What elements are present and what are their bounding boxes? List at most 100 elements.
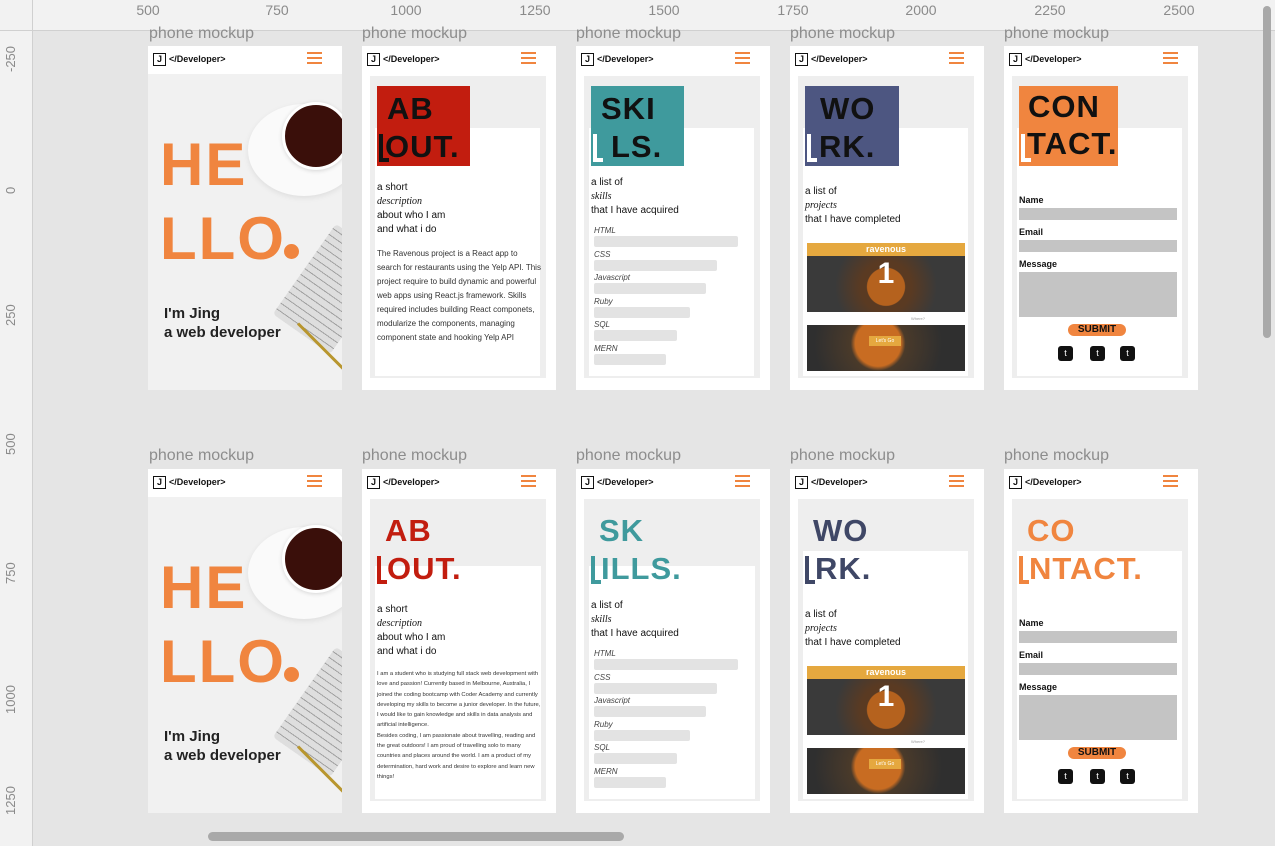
email-field[interactable] — [1019, 663, 1177, 675]
vertical-ruler: -250 0 250 500 750 1000 1250 — [0, 30, 33, 846]
skill-name: CSS — [594, 249, 611, 259]
name-field[interactable] — [1019, 631, 1177, 643]
hamburger-menu-icon[interactable] — [1163, 475, 1178, 487]
brand-name[interactable]: </Developer> — [169, 54, 226, 64]
logo-icon[interactable]: J — [153, 53, 166, 66]
skill-name: Ruby — [594, 719, 613, 729]
brand-name[interactable]: </Developer> — [811, 54, 868, 64]
brand-name[interactable]: </Developer> — [383, 54, 440, 64]
intro-role: a web developer — [164, 747, 281, 764]
artboard-label[interactable]: phone mockup — [149, 447, 254, 465]
artboard-label[interactable]: phone mockup — [1004, 25, 1109, 43]
hamburger-menu-icon[interactable] — [735, 52, 750, 64]
artboard-label[interactable]: phone mockup — [790, 447, 895, 465]
skill-name: SQL — [594, 320, 611, 329]
submit-button[interactable]: SUBMIT — [1068, 324, 1126, 336]
phone-mockup-work[interactable]: J </Developer> WO RK. a list of projects t… — [790, 46, 984, 390]
artboard-label[interactable]: phone mockup — [576, 447, 681, 465]
logo-icon[interactable]: J — [367, 53, 380, 66]
ruler-label: 750 — [3, 562, 18, 584]
section-subtitle: a list of projects that I have completed — [805, 609, 901, 648]
navbar: J </Developer> — [576, 469, 770, 497]
ruler-label: 250 — [3, 304, 18, 326]
twitter-icon[interactable]: t — [1058, 769, 1073, 784]
logo-icon[interactable]: J — [367, 476, 380, 489]
about-paragraph: I am a student who is studying full stac… — [377, 671, 541, 780]
navbar: J </Developer> — [148, 46, 342, 74]
artboard-label[interactable]: phone mockup — [149, 25, 254, 43]
ruler-label: 1500 — [648, 2, 680, 18]
navbar: J </Developer> — [362, 469, 556, 497]
logo-icon[interactable]: J — [581, 53, 594, 66]
bracket-icon — [593, 134, 603, 162]
skill-name: MERN — [594, 343, 618, 353]
logo-icon[interactable]: J — [153, 476, 166, 489]
navbar: J </Developer> — [148, 469, 342, 497]
twitter-icon[interactable]: t — [1090, 346, 1105, 361]
brand-name[interactable]: </Developer> — [1025, 54, 1082, 64]
ruler-label: 1000 — [3, 685, 18, 714]
phone-mockup-skills[interactable]: J </Developer> SKI LS. a list of skills th… — [576, 46, 770, 390]
name-field[interactable] — [1019, 208, 1177, 220]
section-title-line2: RK. — [819, 129, 876, 164]
section-title-line1: SK — [599, 513, 645, 548]
phone-mockup-contact[interactable]: J </Developer> CON TACT. Name Email Mess… — [1004, 46, 1198, 390]
navbar: J </Developer> — [576, 46, 770, 74]
hamburger-menu-icon[interactable] — [307, 52, 322, 64]
artboard-label[interactable]: phone mockup — [1004, 447, 1109, 465]
brand-name[interactable]: </Developer> — [1025, 477, 1082, 487]
message-field[interactable] — [1019, 695, 1177, 740]
phone-mockup-contact[interactable]: J </Developer> CO NTACT. Name Email Mess… — [1004, 469, 1198, 813]
hamburger-menu-icon[interactable] — [1163, 52, 1178, 64]
ruler-label: 500 — [136, 2, 160, 18]
twitter-icon[interactable]: t — [1120, 769, 1135, 784]
hamburger-menu-icon[interactable] — [521, 52, 536, 64]
brand-name[interactable]: </Developer> — [597, 477, 654, 487]
logo-icon[interactable]: J — [795, 53, 808, 66]
phone-mockup-about[interactable]: J </Developer> AB OUT. a short descriptio… — [362, 469, 556, 813]
project-title: ravenous — [807, 666, 965, 679]
ruler-label: 2500 — [1163, 2, 1195, 18]
ruler-label: 2250 — [1034, 2, 1066, 18]
hamburger-menu-icon[interactable] — [735, 475, 750, 487]
twitter-icon[interactable]: t — [1120, 346, 1135, 361]
hamburger-menu-icon[interactable] — [521, 475, 536, 487]
email-field[interactable] — [1019, 240, 1177, 252]
logo-icon[interactable]: J — [795, 476, 808, 489]
project-number: 1 — [877, 680, 895, 713]
phone-mockup-work[interactable]: J </Developer> WO RK. a list of projects t… — [790, 469, 984, 813]
navbar: J </Developer> — [1004, 46, 1198, 74]
hamburger-menu-icon[interactable] — [949, 52, 964, 64]
navbar: J </Developer> — [1004, 469, 1198, 497]
vertical-scrollbar[interactable] — [1263, 6, 1271, 338]
project-cta-button: Let's Go — [869, 336, 901, 346]
brand-name[interactable]: </Developer> — [169, 477, 226, 487]
phone-mockup-skills[interactable]: J </Developer> SK ILLS. a list of skills t… — [576, 469, 770, 813]
brand-name[interactable]: </Developer> — [597, 54, 654, 64]
intro-role: a web developer — [164, 324, 281, 341]
twitter-icon[interactable]: t — [1058, 346, 1073, 361]
ruler-label: -250 — [3, 45, 18, 72]
skill-name: MERN — [594, 766, 618, 776]
artboard-label[interactable]: phone mockup — [362, 447, 467, 465]
artboard-label[interactable]: phone mockup — [362, 25, 467, 43]
logo-icon[interactable]: J — [581, 476, 594, 489]
phone-mockup-about[interactable]: J </Developer> AB OUT. a short descriptio… — [362, 46, 556, 390]
logo-icon[interactable]: J — [1009, 53, 1022, 66]
message-field[interactable] — [1019, 272, 1177, 317]
submit-button[interactable]: SUBMIT — [1068, 747, 1126, 759]
brand-name[interactable]: </Developer> — [811, 477, 868, 487]
hamburger-menu-icon[interactable] — [949, 475, 964, 487]
twitter-icon[interactable]: t — [1090, 769, 1105, 784]
brand-name[interactable]: </Developer> — [383, 477, 440, 487]
artboard-label[interactable]: phone mockup — [790, 25, 895, 43]
section-title-line1: AB — [387, 91, 434, 126]
phone-mockup-home[interactable]: J </Developer> HE LLO I'm Jing a web dev… — [148, 46, 342, 390]
ruler-label: 500 — [3, 433, 18, 455]
logo-icon[interactable]: J — [1009, 476, 1022, 489]
phone-mockup-home[interactable]: J </Developer> HE LLO I'm Jing a web dev… — [148, 469, 342, 813]
ruler-label: 1000 — [390, 2, 422, 18]
artboard-label[interactable]: phone mockup — [576, 25, 681, 43]
horizontal-scrollbar[interactable] — [208, 832, 624, 841]
hamburger-menu-icon[interactable] — [307, 475, 322, 487]
